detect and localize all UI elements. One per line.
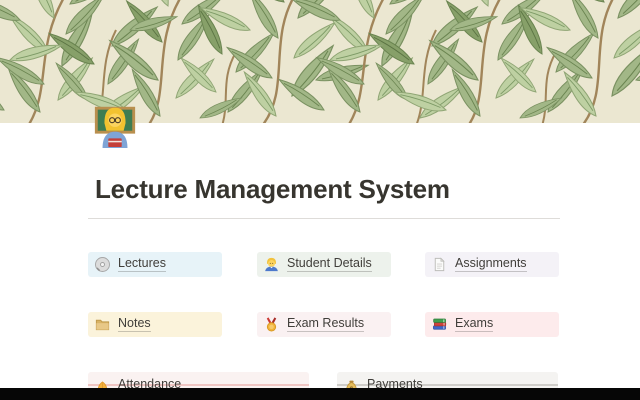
- card-notes[interactable]: Notes: [88, 312, 222, 337]
- card-exam-results[interactable]: Exam Results: [257, 312, 391, 337]
- card-student-details[interactable]: Student Details: [257, 252, 391, 277]
- card-label: Exam Results: [287, 317, 365, 333]
- student-icon: [263, 256, 280, 273]
- page-title[interactable]: Lecture Management System: [95, 174, 565, 205]
- card-lectures[interactable]: Lectures: [88, 252, 222, 277]
- card-exams[interactable]: Exams: [425, 312, 559, 337]
- books-icon: [431, 316, 448, 333]
- title-divider: [88, 218, 560, 219]
- card-assignments[interactable]: Assignments: [425, 252, 559, 277]
- cd-icon: [94, 256, 111, 273]
- medal-icon: [263, 316, 280, 333]
- page-icon: [431, 256, 448, 273]
- card-label: Assignments: [455, 257, 527, 273]
- bottom-black-bar: [0, 388, 640, 400]
- notion-page: Lecture Management System Lectures Stude…: [0, 0, 640, 400]
- page-icon-woman-teacher[interactable]: [92, 102, 138, 148]
- card-label: Lectures: [118, 257, 166, 273]
- card-label: Exams: [455, 317, 494, 333]
- card-label: Notes: [118, 317, 151, 333]
- card-label: Student Details: [287, 257, 372, 273]
- folder-icon: [94, 316, 111, 333]
